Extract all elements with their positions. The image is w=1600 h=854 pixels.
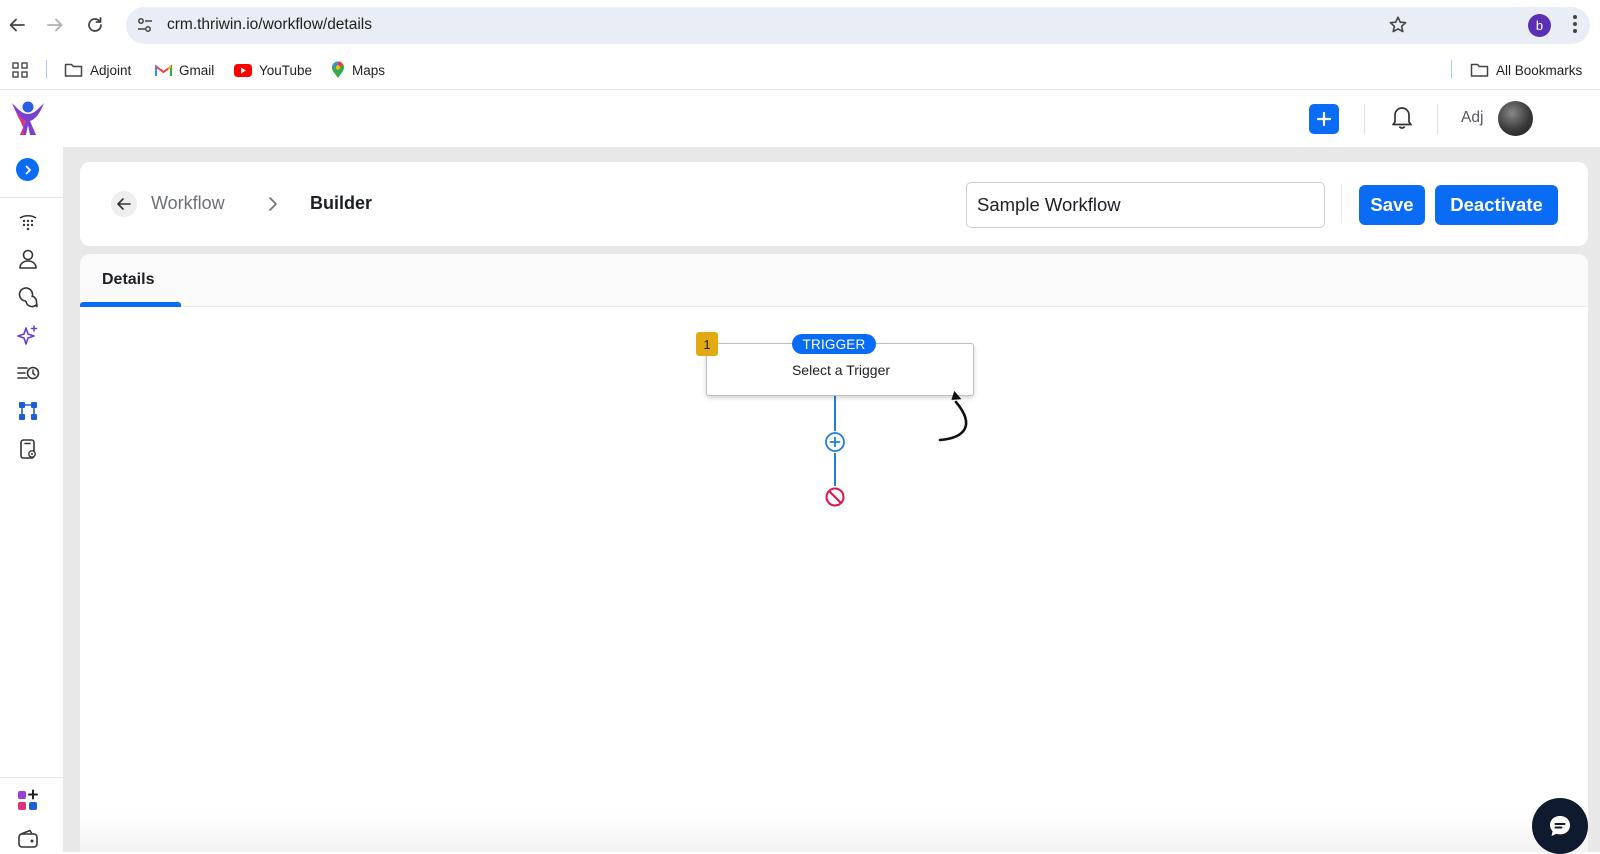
profile-avatar[interactable]: b: [1528, 14, 1551, 37]
youtube-icon: [234, 63, 252, 77]
dialpad-icon[interactable]: [16, 209, 40, 233]
sidebar-divider: [0, 777, 63, 778]
chat-support-button[interactable]: [1532, 798, 1588, 854]
breadcrumb-builder: Builder: [310, 193, 373, 213]
conversations-icon[interactable]: [16, 285, 40, 309]
pointer-arrow-annotation: [934, 382, 984, 444]
browser-toolbar: crm.thriwin.io/workflow/details b: [0, 0, 1600, 50]
address-bar[interactable]: crm.thriwin.io/workflow/details: [126, 7, 1590, 44]
breadcrumb-workflow[interactable]: Workflow: [151, 193, 225, 214]
all-bookmarks[interactable]: All Bookmarks: [1470, 58, 1582, 82]
chevron-right-icon: [268, 196, 278, 212]
bookmark-maps[interactable]: Maps: [331, 58, 385, 82]
bookmarks-divider: [46, 60, 47, 78]
bookmark-label: Gmail: [179, 62, 215, 78]
add-apps-icon[interactable]: [16, 789, 40, 813]
workflow-icon[interactable]: [16, 399, 40, 423]
header-divider: [1341, 184, 1342, 224]
sidebar: [0, 147, 64, 852]
bookmark-label: Maps: [352, 62, 386, 78]
all-bookmarks-label: All Bookmarks: [1496, 62, 1583, 78]
user-avatar[interactable]: [1498, 101, 1533, 136]
tab-bar: Details: [80, 254, 1588, 307]
back-arrow-icon[interactable]: [4, 12, 30, 38]
app-header: Adj: [0, 90, 1600, 147]
sparkle-ai-icon[interactable]: [16, 323, 40, 347]
bookmark-label: YouTube: [259, 62, 313, 78]
builder-header-card: Workflow Builder Save Deactivate: [80, 162, 1588, 246]
header-divider: [1364, 104, 1365, 134]
header-divider: [1437, 104, 1438, 134]
url-text[interactable]: crm.thriwin.io/workflow/details: [167, 16, 372, 34]
quick-add-button[interactable]: [1309, 104, 1339, 134]
chat-bubble-icon: [1550, 816, 1570, 836]
add-step-icon[interactable]: [824, 431, 846, 453]
bookmark-youtube[interactable]: YouTube: [234, 58, 312, 82]
bookmarks-divider: [1451, 60, 1452, 78]
maps-icon: [331, 61, 345, 79]
contact-icon[interactable]: [16, 247, 40, 271]
thriwin-logo[interactable]: [10, 99, 46, 137]
apps-grid-icon[interactable]: [12, 58, 28, 82]
folder-icon: [1470, 62, 1489, 78]
scheduled-list-icon[interactable]: [16, 361, 40, 385]
bookmark-gmail[interactable]: Gmail: [155, 58, 214, 82]
deactivate-button[interactable]: Deactivate: [1435, 185, 1558, 225]
bookmarks-bar: Adjoint Gmail YouTube Maps All Bookmarks: [0, 50, 1600, 90]
reload-icon[interactable]: [82, 12, 108, 38]
end-flow-icon: [824, 486, 846, 508]
sidebar-divider: [0, 197, 63, 198]
workflow-name-input[interactable]: [966, 182, 1325, 228]
folder-icon: [64, 62, 83, 78]
trigger-badge: TRIGGER: [792, 334, 876, 354]
bookmark-adjoint[interactable]: Adjoint: [64, 58, 131, 82]
expand-sidebar-button[interactable]: [16, 158, 39, 181]
user-name[interactable]: Adj: [1461, 109, 1483, 127]
step-number-badge: 1: [696, 332, 718, 356]
save-button[interactable]: Save: [1359, 185, 1425, 225]
back-button[interactable]: [111, 191, 137, 217]
bookmark-star-icon[interactable]: [1388, 15, 1408, 35]
bookmark-label: Adjoint: [90, 62, 132, 78]
wallet-icon[interactable]: [16, 827, 40, 851]
forward-arrow-icon[interactable]: [42, 12, 68, 38]
canvas-bottom-fade: [80, 812, 1588, 852]
notification-bell-icon[interactable]: [1390, 104, 1414, 130]
tab-details[interactable]: Details: [102, 271, 154, 289]
more-menu-icon[interactable]: [1572, 13, 1578, 35]
site-settings-icon[interactable]: [136, 16, 154, 34]
trigger-node-label: Select a Trigger: [791, 362, 891, 378]
device-settings-icon[interactable]: [16, 437, 40, 461]
gmail-icon: [155, 64, 172, 77]
